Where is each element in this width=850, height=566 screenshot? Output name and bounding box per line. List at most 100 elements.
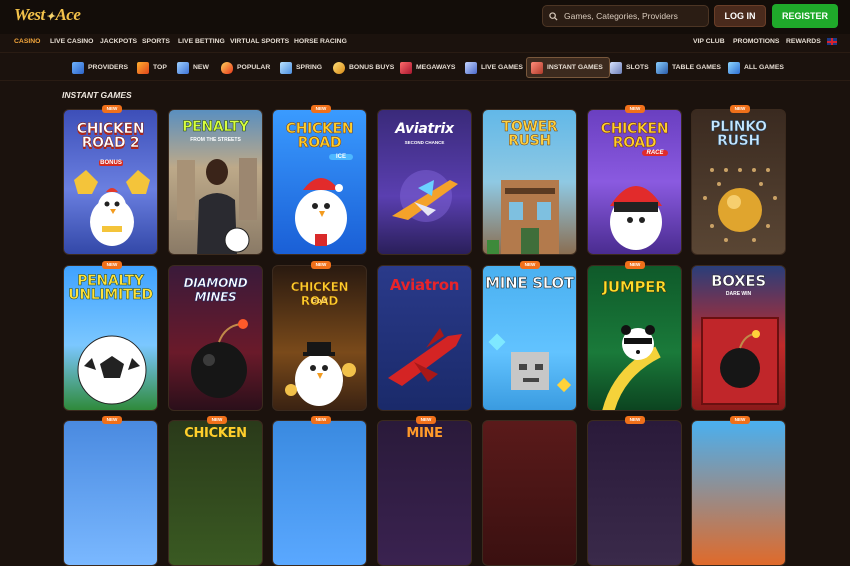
game-card-boxes[interactable]: BOXES DARE WIN [691, 265, 786, 411]
new-icon [177, 61, 189, 74]
nav-rewards[interactable]: REWARDS [786, 38, 821, 45]
chip-spring[interactable]: SPRING [276, 57, 328, 78]
game-card-chicken-road-2[interactable]: CHICKEN ROAD 2 BONUS [63, 109, 158, 255]
game-card-aviatron[interactable]: Aviatron [377, 265, 472, 411]
chip-label: LIVE GAMES [481, 64, 523, 71]
chip-table-games[interactable]: TABLE GAMES [652, 57, 727, 78]
logo-right: Ace [55, 5, 81, 24]
slots-icon [610, 61, 622, 74]
nav-jackpots[interactable]: JACKPOTS [100, 38, 137, 45]
game-card-chicken-road-race[interactable]: CHICKEN ROAD RACE [587, 109, 682, 255]
chip-label: PROVIDERS [88, 64, 129, 71]
chip-label: SPRING [296, 64, 323, 71]
chip-megaways[interactable]: MEGAWAYS [396, 57, 461, 78]
game-title: CHICKEN ROAD [600, 121, 669, 151]
nav-casino[interactable]: CASINO [14, 38, 40, 45]
game-card-chicken-road-gold[interactable]: CHICKEN ROAD Gold [272, 265, 367, 411]
chip-top[interactable]: TOP [133, 57, 173, 78]
game-subtitle: RACE [642, 150, 668, 156]
new-badge: NEW [311, 261, 331, 269]
game-subtitle: Gold [311, 298, 328, 305]
game-card-aviatrix[interactable]: Aviatrix SECOND CHANCE [377, 109, 472, 255]
chip-bonus-buys[interactable]: BONUS BUYS [329, 57, 400, 78]
game-card-row3-3[interactable] [272, 420, 367, 566]
game-card-tower-rush[interactable]: TOWER RUSH [482, 109, 577, 255]
uk-flag-icon[interactable] [827, 38, 837, 45]
nav-horse-racing[interactable]: HORSE RACING [294, 38, 347, 45]
new-badge: NEW [520, 261, 540, 269]
game-title: MINE [406, 426, 443, 441]
game-subtitle: FROM THE STREETS [190, 137, 241, 143]
butterfly-icon [280, 61, 292, 74]
chip-label: TABLE GAMES [672, 64, 721, 71]
chip-label: INSTANT GAMES [547, 64, 603, 71]
new-badge: NEW [207, 416, 227, 424]
main-nav: CASINO LIVE CASINO JACKPOTS SPORTS LIVE … [0, 34, 850, 52]
search-input[interactable]: Games, Categories, Providers [542, 5, 709, 27]
new-badge: NEW [625, 105, 645, 113]
game-card-row3-7[interactable] [691, 420, 786, 566]
game-title: CHICKEN ROAD 2 [76, 121, 145, 151]
game-card-chicken-road-ice[interactable]: CHICKEN ROAD ICE [272, 109, 367, 255]
new-badge: NEW [102, 261, 122, 269]
chip-instant-games[interactable]: INSTANT GAMES [526, 57, 610, 78]
game-card-plinko-rush[interactable]: PLINKO RUSH [691, 109, 786, 255]
game-title: BOXES [711, 272, 767, 290]
top-bar: West✦Ace Games, Categories, Providers LO… [0, 0, 850, 34]
chip-new[interactable]: NEW [173, 57, 215, 78]
new-badge: NEW [311, 105, 331, 113]
game-title: JUMPER [602, 278, 667, 296]
bonus-icon [333, 61, 345, 74]
chip-label: SLOTS [626, 64, 649, 71]
game-card-chicken-row3[interactable]: CHICKEN [168, 420, 263, 566]
chip-label: TOP [153, 64, 167, 71]
fire-icon [221, 61, 233, 74]
game-title: MINE SLOT [485, 274, 575, 292]
new-badge: NEW [625, 261, 645, 269]
new-badge: NEW [102, 416, 122, 424]
game-card-row3-1[interactable] [63, 420, 158, 566]
game-card-mine-slot[interactable]: MINE SLOT [482, 265, 577, 411]
instant-games-icon [531, 61, 543, 74]
nav-promotions[interactable]: PROMOTIONS [733, 38, 779, 45]
nav-vip-club[interactable]: VIP CLUB [693, 38, 725, 45]
game-card-diamond-mines[interactable]: DIAMOND MINES [168, 265, 263, 411]
nav-live-casino[interactable]: LIVE CASINO [50, 38, 93, 45]
game-card-row3-5[interactable] [482, 420, 577, 566]
game-subtitle: ICE [329, 154, 353, 160]
game-title: PENALTY [182, 119, 249, 135]
table-games-icon [656, 61, 668, 74]
megaways-icon [400, 61, 412, 74]
new-badge: NEW [625, 416, 645, 424]
chip-label: ALL GAMES [744, 64, 784, 71]
search-icon [549, 11, 558, 21]
chip-label: BONUS BUYS [349, 64, 395, 71]
chip-live-games[interactable]: LIVE GAMES [461, 57, 529, 78]
new-badge: NEW [730, 105, 750, 113]
chip-popular[interactable]: POPULAR [217, 57, 276, 78]
providers-icon [72, 61, 84, 74]
game-card-mine-row3[interactable]: MINE [377, 420, 472, 566]
star-icon: ✦ [45, 11, 55, 23]
new-badge: NEW [416, 416, 436, 424]
game-subtitle: DARE WIN [725, 291, 752, 297]
game-title: TOWER RUSH [501, 119, 558, 149]
nav-live-betting[interactable]: LIVE BETTING [178, 38, 225, 45]
game-card-penalty[interactable]: PENALTY FROM THE STREETS [168, 109, 263, 255]
game-card-jumper[interactable]: JUMPER [587, 265, 682, 411]
logo-left: West [14, 5, 45, 24]
game-title: PENALTY UNLIMITED [68, 273, 153, 303]
nav-virtual-sports[interactable]: VIRTUAL SPORTS [230, 38, 289, 45]
game-card-row3-6[interactable] [587, 420, 682, 566]
chip-all-games[interactable]: ALL GAMES [724, 57, 790, 78]
nav-sports[interactable]: SPORTS [142, 38, 170, 45]
chip-providers[interactable]: PROVIDERS [68, 57, 134, 78]
login-button[interactable]: LOG IN [714, 5, 766, 27]
chip-slots[interactable]: SLOTS [606, 57, 655, 78]
category-bar: PROVIDERS TOP NEW POPULAR SPRING BONUS B… [0, 52, 850, 81]
chip-label: NEW [193, 64, 209, 71]
logo[interactable]: West✦Ace [14, 5, 81, 25]
register-button[interactable]: REGISTER [772, 4, 838, 28]
game-card-penalty-unlimited[interactable]: PENALTY UNLIMITED [63, 265, 158, 411]
top-icon [137, 61, 149, 74]
